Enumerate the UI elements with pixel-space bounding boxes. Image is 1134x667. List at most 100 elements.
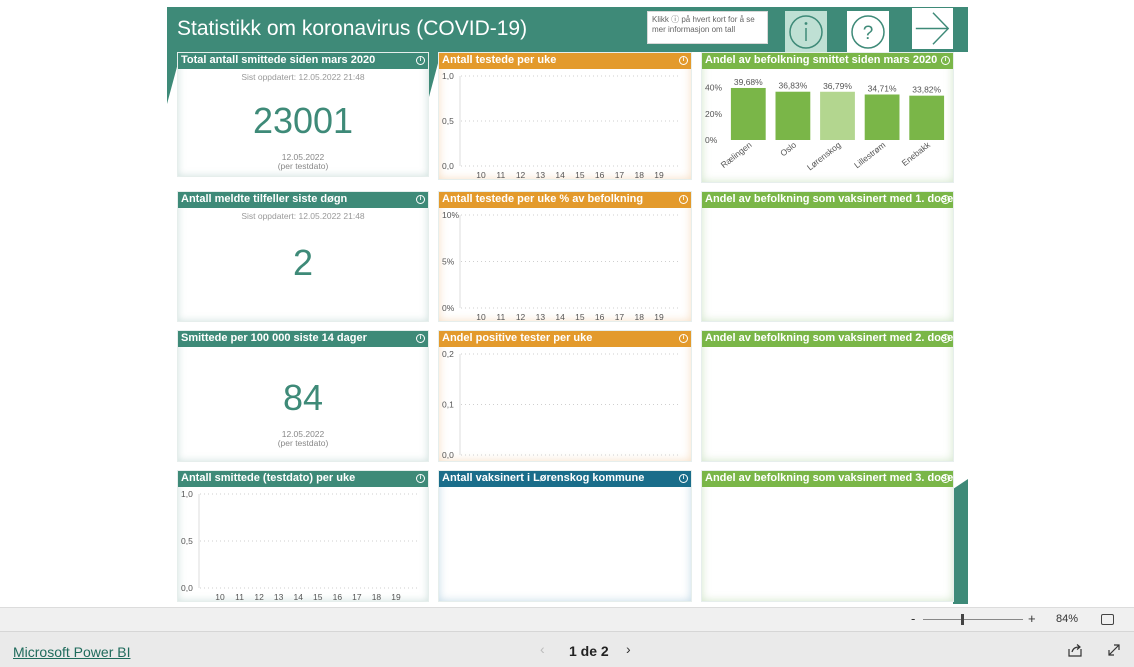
card-vaccinated: Antall vaksinert i Lørenskog kommune i (438, 470, 692, 602)
info-icon[interactable]: i (679, 195, 688, 204)
x-tick-label: 11 (496, 170, 505, 180)
card-weekly-infected: Antall smittede (testdato) per uke i 0,0… (177, 470, 429, 602)
y-tick-label: 0,5 (181, 536, 193, 546)
y-tick-label: 40% (705, 83, 722, 93)
bar-3 (820, 91, 855, 140)
footer-bar: Microsoft Power BI ‹ 1 de 2 › (0, 631, 1134, 667)
power-bi-viewer: Statistikk om koronavirus (COVID-19) Kli… (0, 0, 1134, 667)
data-label: 34,71% (868, 83, 897, 93)
x-tick-label: 12 (516, 170, 526, 180)
share-icon[interactable] (1067, 642, 1083, 658)
bar-4 (864, 94, 900, 140)
x-tick-label: 12 (516, 312, 526, 322)
next-page-arrow-button[interactable] (911, 7, 954, 50)
help-button[interactable]: ? (847, 11, 889, 53)
x-tick-label: 14 (555, 312, 565, 322)
question-icon: ? (851, 15, 885, 49)
power-bi-link[interactable]: Microsoft Power BI (13, 644, 130, 660)
kpi-value: 2 (292, 242, 314, 283)
kpi-value: 23001 (252, 100, 354, 141)
info-icon[interactable]: i (941, 474, 950, 483)
zoom-level: 84% (1056, 613, 1079, 625)
next-page-button[interactable]: › (626, 641, 631, 657)
x-tick-label: Rælingen (719, 140, 754, 170)
info-icon[interactable]: i (416, 334, 425, 343)
card-daily-cases: Antall meldte tilfeller siste døgn i Sis… (177, 191, 429, 322)
x-tick-label: 19 (654, 312, 664, 322)
y-tick-label: 0,0 (442, 450, 454, 460)
info-icon[interactable]: i (941, 56, 950, 65)
tested-pct-chart: 0% 5% 10% 10 11 12 13 14 15 16 17 18 19 (442, 210, 681, 322)
y-tick-label: 20% (705, 109, 722, 119)
x-tick-label: Lørenskog (805, 140, 843, 173)
zoom-in-button[interactable]: + (1028, 611, 1036, 626)
card-title: Total antall smittede siden mars 2020 (181, 54, 376, 66)
x-tick-label: 15 (575, 170, 585, 180)
info-icon[interactable]: i (416, 56, 425, 65)
page-indicator: 1 de 2 (569, 643, 609, 659)
info-icon[interactable]: i (941, 334, 950, 343)
info-icon[interactable]: i (416, 195, 425, 204)
kpi-date-note: (per testdato) (277, 161, 329, 171)
info-icon[interactable]: i (679, 334, 688, 343)
x-tick-label: 15 (575, 312, 585, 322)
y-tick-label: 0% (705, 135, 718, 145)
report-title: Statistikk om koronavirus (COVID-19) (177, 17, 528, 40)
y-tick-label: 0,5 (442, 116, 454, 126)
weekly-infected-chart: 0,0 0,5 1,0 10 11 12 13 14 15 16 17 18 19 (181, 489, 418, 602)
info-icon (789, 15, 823, 49)
x-tick-label: 11 (235, 592, 244, 602)
kpi-date-note: (per testdato) (277, 438, 329, 448)
card-title: Antall smittede (testdato) per uke (181, 472, 356, 484)
info-icon[interactable]: i (679, 56, 688, 65)
x-tick-label: 13 (536, 170, 546, 180)
x-tick-label: 14 (293, 592, 303, 602)
info-icon[interactable]: i (416, 474, 425, 483)
x-tick-label: 10 (476, 170, 486, 180)
card-title: Antall meldte tilfeller siste døgn (181, 193, 348, 205)
data-label: 36,79% (823, 81, 852, 91)
x-tick-label: Oslo (778, 140, 798, 159)
status-bar: - + 84% (0, 607, 1134, 631)
card-total-infected: Total antall smittede siden mars 2020 i … (177, 52, 429, 177)
card-title: Andel positive tester per uke (442, 332, 593, 344)
x-tick-label: 13 (274, 592, 284, 602)
bar-1 (730, 87, 766, 140)
positive-tests-chart: 0,0 0,1 0,2 (442, 349, 681, 460)
card-dose1: Andel av befolkning som vaksinert med 1.… (701, 191, 954, 322)
card-dose3: Andel av befolkning som vaksinert med 3.… (701, 470, 954, 602)
last-updated: Sist oppdatert: 12.05.2022 21:48 (241, 72, 365, 82)
card-tested-pct: Antall testede per uke % av befolkning i… (438, 191, 692, 322)
info-icon[interactable]: i (679, 474, 688, 483)
y-tick-label: 0% (442, 303, 455, 313)
x-tick-label: Lillestrøm (852, 140, 887, 171)
card-title: Antall vaksinert i Lørenskog kommune (442, 472, 645, 484)
previous-page-button[interactable]: ‹ (540, 641, 545, 657)
fullscreen-icon[interactable] (1106, 642, 1122, 658)
zoom-slider[interactable] (923, 619, 1023, 620)
zoom-out-button[interactable]: - (911, 611, 915, 626)
x-tick-label: 11 (496, 312, 505, 322)
info-icon[interactable]: i (941, 195, 950, 204)
last-updated: Sist oppdatert: 12.05.2022 21:48 (241, 211, 365, 221)
x-tick-label: 17 (352, 592, 362, 602)
x-tick-label: 16 (595, 170, 605, 180)
y-tick-label: 10% (442, 210, 459, 220)
info-button[interactable] (785, 11, 827, 53)
fit-to-page-icon[interactable] (1101, 614, 1114, 625)
card-title: Antall testede per uke % av befolkning (442, 193, 644, 205)
hint-text: Klikk ⓘ på hvert kort for å se mer infor… (647, 11, 768, 44)
x-tick-label: 16 (333, 592, 343, 602)
data-label: 39,68% (734, 77, 763, 87)
x-tick-label: 18 (372, 592, 382, 602)
card-share-infected: Andel av befolkning smittet siden mars 2… (701, 52, 954, 183)
card-tested-per-week: Antall testede per uke i 0,0 0,5 1,0 10 11 12… (438, 52, 692, 180)
x-tick-label: 12 (254, 592, 264, 602)
x-tick-label: 15 (313, 592, 323, 602)
y-tick-label: 0,0 (442, 161, 454, 171)
share-infected-chart: 0% 20% 40% 39,68% Rælingen 36,83% Oslo 36,79% Lø… (705, 77, 945, 173)
y-tick-label: 5% (442, 257, 455, 267)
x-tick-label: 16 (595, 312, 605, 322)
zoom-slider-thumb[interactable] (961, 614, 964, 625)
x-tick-label: 19 (391, 592, 401, 602)
